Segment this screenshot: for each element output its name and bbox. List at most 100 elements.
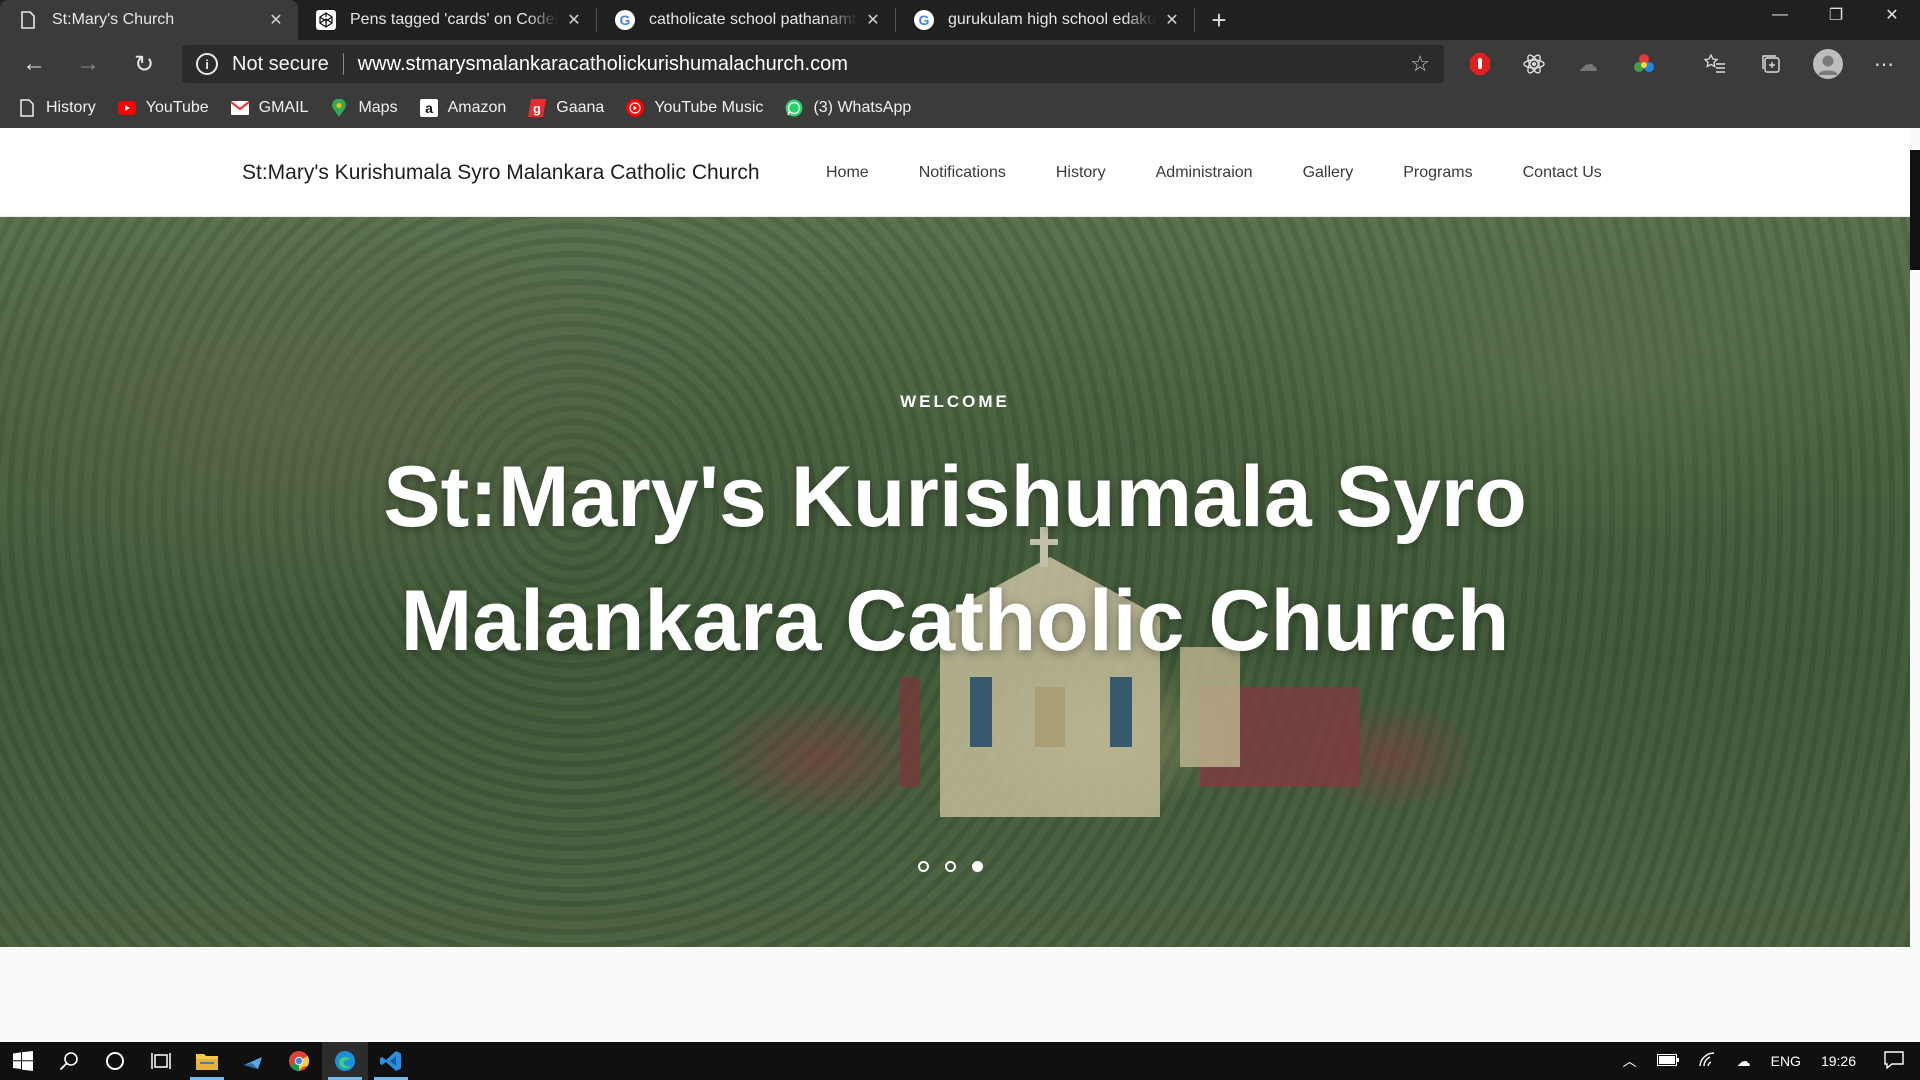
- close-tab-icon[interactable]: ✕: [1162, 10, 1182, 30]
- address-bar[interactable]: i Not secure www.stmarysmalankaracatholi…: [182, 45, 1444, 83]
- address-toolbar: ← → ↻ i Not secure www.stmarysmalankarac…: [0, 40, 1920, 88]
- bookmark-amazon[interactable]: a Amazon: [419, 99, 507, 117]
- bookmark-label: Amazon: [447, 99, 507, 116]
- svg-text:a: a: [425, 100, 433, 116]
- clock-time[interactable]: 19:26: [1821, 1053, 1856, 1069]
- bookmarks-bar: History YouTube GMAIL Maps a Amazon g Ga…: [0, 88, 1920, 128]
- bookmark-maps[interactable]: Maps: [330, 99, 398, 117]
- onedrive-cloud-icon[interactable]: ☁: [1737, 1053, 1751, 1070]
- info-icon[interactable]: i: [196, 53, 218, 75]
- nav-programs[interactable]: Programs: [1403, 164, 1472, 182]
- bookmark-label: Gaana: [556, 99, 605, 116]
- amazon-icon: a: [419, 99, 438, 117]
- close-tab-icon[interactable]: ✕: [863, 10, 883, 30]
- minimize-icon[interactable]: —: [1752, 0, 1808, 30]
- page-icon: [18, 99, 36, 117]
- svg-text:g: g: [533, 101, 541, 116]
- nav-gallery[interactable]: Gallery: [1303, 164, 1354, 182]
- tab-title: Pens tagged 'cards' on CodePen: [350, 11, 558, 28]
- svg-text:G: G: [919, 12, 930, 28]
- windows-start-icon[interactable]: [0, 1042, 46, 1080]
- new-tab-button[interactable]: +: [1199, 0, 1239, 40]
- nav-contact-us[interactable]: Contact Us: [1523, 164, 1602, 182]
- nav-administration[interactable]: Administraion: [1156, 164, 1253, 182]
- back-icon[interactable]: ←: [12, 40, 56, 88]
- refresh-icon[interactable]: ↻: [122, 40, 166, 88]
- site-navbar: St:Mary's Kurishumala Syro Malankara Cat…: [0, 128, 1910, 217]
- battery-icon[interactable]: [1656, 1053, 1679, 1069]
- bookmark-label: History: [46, 99, 96, 116]
- window-controls: — ❐ ✕: [1752, 0, 1920, 30]
- search-icon[interactable]: [46, 1042, 92, 1080]
- cortana-icon[interactable]: [92, 1042, 138, 1080]
- bookmark-youtube[interactable]: YouTube: [117, 99, 209, 117]
- bookmark-history[interactable]: History: [18, 99, 96, 117]
- favorites-icon[interactable]: [1701, 50, 1729, 78]
- web-page: St:Mary's Kurishumala Syro Malankara Cat…: [0, 128, 1920, 1042]
- cloud-extension-icon[interactable]: ☁: [1574, 50, 1602, 78]
- tab-strip: St:Mary's Church ✕ Pens tagged 'cards' o…: [0, 0, 1920, 40]
- tab-title: catholicate school pathanamthitta: [649, 11, 857, 28]
- tab-codepen[interactable]: Pens tagged 'cards' on CodePen ✕: [298, 0, 596, 40]
- url-text[interactable]: www.stmarysmalankaracatholickurishumalac…: [358, 53, 848, 76]
- close-tab-icon[interactable]: ✕: [564, 10, 584, 30]
- edge-icon[interactable]: [322, 1042, 368, 1080]
- collections-icon[interactable]: [1757, 50, 1785, 78]
- vscode-icon[interactable]: [368, 1042, 414, 1080]
- tab-gurukulam-school[interactable]: G gurukulam high school edakulam ✕: [896, 0, 1194, 40]
- site-brand[interactable]: St:Mary's Kurishumala Syro Malankara Cat…: [242, 128, 760, 217]
- security-status[interactable]: Not secure: [232, 53, 329, 76]
- restore-icon[interactable]: ❐: [1808, 0, 1864, 30]
- profile-avatar-icon[interactable]: [1813, 49, 1843, 79]
- chrome-icon[interactable]: [276, 1042, 322, 1080]
- slide-dot-1[interactable]: [918, 861, 929, 872]
- bookmark-gmail[interactable]: GMAIL: [230, 99, 309, 117]
- notifications-icon[interactable]: [1884, 1050, 1904, 1072]
- slide-dot-3[interactable]: [972, 861, 983, 872]
- close-tab-icon[interactable]: ✕: [266, 10, 286, 30]
- divider: [342, 53, 344, 75]
- language-indicator[interactable]: ENG: [1771, 1053, 1801, 1069]
- bookmark-label: YouTube: [145, 99, 209, 116]
- hero-slider: WELCOME St:Mary's Kurishumala Syro Malan…: [0, 217, 1910, 947]
- bookmark-label: Maps: [358, 99, 398, 116]
- pinned-app-icon[interactable]: [230, 1042, 276, 1080]
- adblock-extension-icon[interactable]: [1466, 50, 1494, 78]
- nav-history[interactable]: History: [1056, 164, 1106, 182]
- google-icon: G: [914, 10, 934, 30]
- slide-dot-2[interactable]: [945, 861, 956, 872]
- nav-notifications[interactable]: Notifications: [919, 164, 1006, 182]
- system-tray: ︿ ☁ ENG 19:26: [1613, 1042, 1920, 1080]
- chevron-up-icon[interactable]: ︿: [1623, 1051, 1637, 1071]
- site-menu: Home Notifications History Administraion…: [826, 128, 1652, 217]
- favorite-star-icon[interactable]: ☆: [1410, 51, 1430, 77]
- tab-stmarys-church[interactable]: St:Mary's Church ✕: [0, 0, 298, 40]
- react-devtools-icon[interactable]: [1520, 50, 1548, 78]
- tab-title: gurukulam high school edakulam: [948, 11, 1156, 28]
- color-picker-extension-icon[interactable]: [1630, 50, 1658, 78]
- gaana-icon: g: [528, 99, 547, 117]
- slider-indicators: [918, 861, 999, 872]
- more-menu-icon[interactable]: ⋯: [1870, 50, 1898, 78]
- tab-title: St:Mary's Church: [52, 11, 175, 28]
- youtube-icon: [117, 99, 136, 117]
- close-window-icon[interactable]: ✕: [1864, 0, 1920, 30]
- hero-title-line-2: Malankara Catholic Church: [400, 573, 1510, 669]
- tab-catholicate-school[interactable]: G catholicate school pathanamthitta ✕: [597, 0, 895, 40]
- bookmark-gaana[interactable]: g Gaana: [528, 99, 604, 117]
- page-scrollbar[interactable]: [1910, 150, 1920, 270]
- bookmark-whatsapp[interactable]: (3) WhatsApp: [785, 99, 911, 117]
- gmail-icon: [230, 99, 249, 117]
- youtube-music-icon: [626, 99, 645, 117]
- task-view-icon[interactable]: [138, 1042, 184, 1080]
- bookmark-label: GMAIL: [258, 99, 309, 116]
- nav-home[interactable]: Home: [826, 164, 869, 182]
- forward-icon[interactable]: →: [66, 40, 110, 88]
- page-icon: [18, 10, 38, 30]
- maps-icon: [330, 99, 348, 117]
- google-icon: G: [615, 10, 635, 30]
- whatsapp-icon: [785, 99, 803, 117]
- bookmark-youtube-music[interactable]: YouTube Music: [626, 99, 763, 117]
- file-explorer-icon[interactable]: [184, 1042, 230, 1080]
- wifi-icon[interactable]: [1698, 1051, 1717, 1071]
